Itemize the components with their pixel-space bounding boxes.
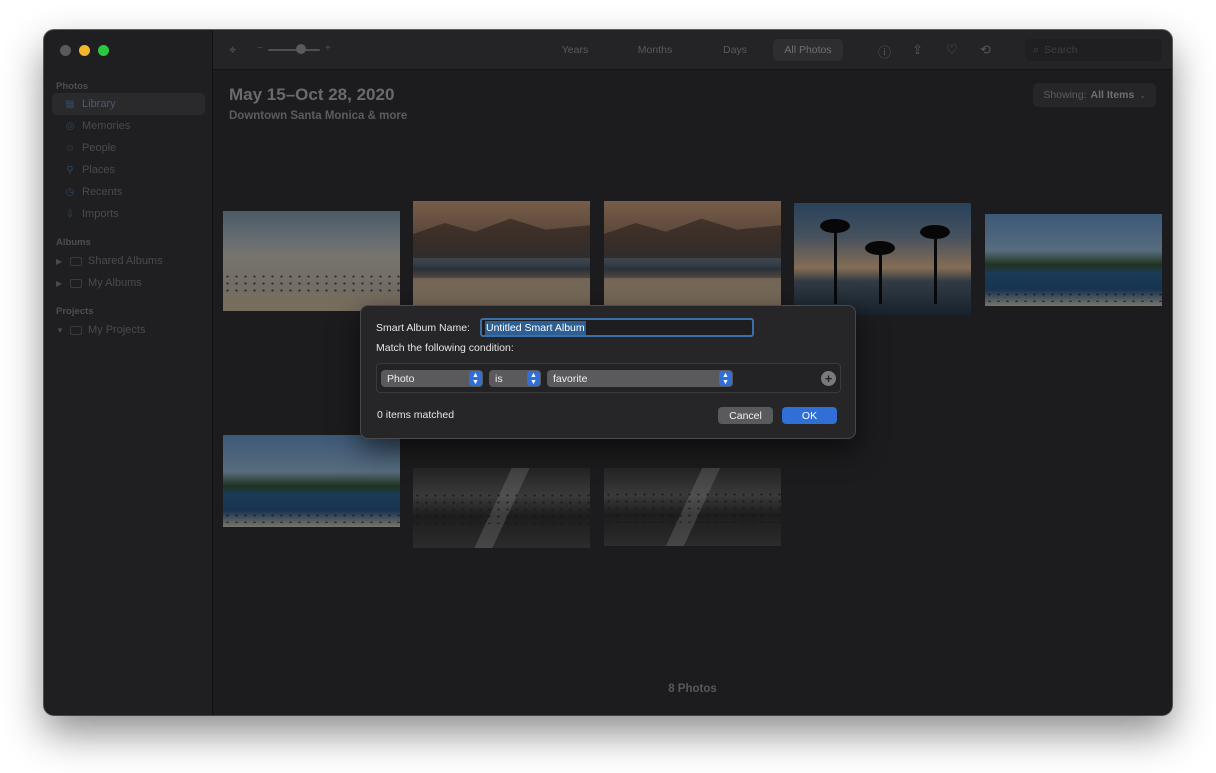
sidebar-item-my-projects[interactable]: ▼ My Projects bbox=[52, 319, 205, 341]
sidebar-item-recents[interactable]: ◷ Recents bbox=[52, 181, 205, 203]
chevron-down-icon: ⌄ bbox=[1139, 90, 1146, 100]
items-matched-text: 0 items matched bbox=[377, 409, 455, 421]
add-condition-button[interactable]: + bbox=[821, 371, 836, 386]
info-icon[interactable]: ⓘ bbox=[878, 42, 891, 61]
window-controls bbox=[60, 45, 109, 56]
condition-operator-popup[interactable]: is ▲ ▼ bbox=[489, 370, 541, 387]
search-field[interactable]: ⌕ Search bbox=[1025, 39, 1162, 61]
imports-icon: ⇩ bbox=[65, 208, 75, 220]
smart-album-dialog: Smart Album Name: Untitled Smart Album M… bbox=[360, 305, 856, 439]
recents-icon: ◷ bbox=[65, 186, 75, 198]
page-title: May 15–Oct 28, 2020 bbox=[229, 85, 395, 104]
chevron-down-icon[interactable]: ▼ bbox=[56, 326, 64, 335]
zoom-slider[interactable] bbox=[268, 49, 320, 51]
memories-icon: ◎ bbox=[65, 120, 75, 132]
popup-arrows-icon: ▲ ▼ bbox=[719, 371, 732, 386]
sidebar-item-label: Library bbox=[82, 98, 116, 110]
photo-thumbnail[interactable] bbox=[223, 435, 400, 527]
chevron-right-icon[interactable]: ▶ bbox=[56, 257, 62, 266]
tab-all-photos[interactable]: All Photos bbox=[773, 39, 843, 61]
photo-thumbnail[interactable] bbox=[413, 468, 590, 548]
rotate-icon[interactable]: ⟲ bbox=[980, 42, 991, 58]
sidebar-item-people[interactable]: ☺ People bbox=[52, 137, 205, 159]
sidebar-item-label: Recents bbox=[82, 186, 123, 198]
showing-filter-button[interactable]: Showing: All Items ⌄ bbox=[1033, 83, 1156, 107]
sidebar-item-shared-albums[interactable]: ▶ Shared Albums bbox=[52, 250, 205, 272]
sidebar-item-library[interactable]: ▦ Library bbox=[52, 93, 205, 115]
sidebar-section-projects: Projects bbox=[56, 306, 94, 317]
sidebar-item-label: Imports bbox=[82, 208, 119, 220]
condition-value-popup[interactable]: favorite ▲ ▼ bbox=[547, 370, 733, 387]
sidebar-item-label: My Projects bbox=[88, 324, 146, 336]
showing-label: Showing: bbox=[1043, 89, 1087, 101]
cancel-button[interactable]: Cancel bbox=[718, 407, 773, 424]
popup-arrows-icon: ▲ ▼ bbox=[527, 371, 540, 386]
sidebar: Photos ▦ Library ◎ Memories ☺ People ⚲ P… bbox=[44, 30, 213, 715]
photo-count: 8 Photos bbox=[668, 683, 717, 695]
tab-days[interactable]: Days bbox=[700, 39, 770, 61]
smart-album-name-value: Untitled Smart Album bbox=[485, 320, 586, 335]
search-icon: ⌕ bbox=[1033, 43, 1040, 56]
places-icon: ⚲ bbox=[66, 164, 74, 176]
sidebar-item-label: Places bbox=[82, 164, 116, 176]
zoom-window-button[interactable] bbox=[98, 45, 109, 56]
tab-years[interactable]: Years bbox=[540, 39, 610, 61]
location-subtitle: Downtown Santa Monica & more bbox=[229, 110, 408, 122]
zoom-out-label: − bbox=[257, 43, 263, 54]
sidebar-item-places[interactable]: ⚲ Places bbox=[52, 159, 205, 181]
sidebar-item-my-albums[interactable]: ▶ My Albums bbox=[52, 272, 205, 294]
condition-field-value: Photo bbox=[387, 372, 415, 385]
sidebar-item-memories[interactable]: ◎ Memories bbox=[52, 115, 205, 137]
showing-value: All Items bbox=[1090, 89, 1135, 101]
sidebar-section-albums: Albums bbox=[56, 237, 91, 248]
photo-thumbnail[interactable] bbox=[413, 201, 590, 311]
condition-field-popup[interactable]: Photo ▲ ▼ bbox=[381, 370, 483, 387]
library-icon: ▦ bbox=[65, 98, 75, 110]
chevron-right-icon[interactable]: ▶ bbox=[56, 279, 62, 288]
sidebar-item-label: My Albums bbox=[88, 277, 142, 289]
share-icon[interactable]: ⇪ bbox=[912, 42, 923, 58]
tab-months[interactable]: Months bbox=[620, 39, 690, 61]
folder-icon bbox=[70, 256, 82, 266]
condition-value-value: favorite bbox=[553, 372, 588, 385]
search-placeholder: Search bbox=[1044, 44, 1078, 56]
minimize-window-button[interactable] bbox=[79, 45, 90, 56]
folder-icon bbox=[70, 325, 82, 335]
heart-icon[interactable]: ♡ bbox=[946, 42, 958, 58]
sidebar-section-photos: Photos bbox=[56, 81, 89, 92]
photo-thumbnail[interactable] bbox=[604, 468, 781, 546]
close-window-button[interactable] bbox=[60, 45, 71, 56]
photo-thumbnail[interactable] bbox=[794, 203, 971, 315]
smart-album-name-input[interactable]: Untitled Smart Album bbox=[480, 318, 754, 337]
condition-operator-value: is bbox=[495, 372, 503, 385]
ok-button[interactable]: OK bbox=[782, 407, 837, 424]
photo-thumbnail[interactable] bbox=[604, 201, 781, 311]
sidebar-item-label: People bbox=[82, 142, 117, 154]
match-condition-label: Match the following condition: bbox=[376, 342, 514, 354]
crop-icon[interactable]: ⌖ bbox=[229, 42, 236, 58]
sidebar-item-label: Memories bbox=[82, 120, 131, 132]
smart-album-name-label: Smart Album Name: bbox=[376, 322, 470, 334]
sidebar-item-imports[interactable]: ⇩ Imports bbox=[52, 203, 205, 225]
toolbar: ⌖ − + Years Months Days All Photos ⓘ ⇪ ♡… bbox=[213, 30, 1172, 70]
zoom-slider-knob[interactable] bbox=[296, 44, 306, 54]
sidebar-item-label: Shared Albums bbox=[88, 255, 163, 267]
folder-icon bbox=[70, 278, 82, 288]
zoom-in-label: + bbox=[325, 43, 331, 54]
photo-thumbnail[interactable] bbox=[223, 211, 400, 311]
people-icon: ☺ bbox=[64, 142, 76, 154]
condition-row: Photo ▲ ▼ is ▲ ▼ favorite ▲ ▼ + bbox=[376, 363, 841, 393]
popup-arrows-icon: ▲ ▼ bbox=[469, 371, 482, 386]
photo-thumbnail[interactable] bbox=[985, 214, 1162, 306]
